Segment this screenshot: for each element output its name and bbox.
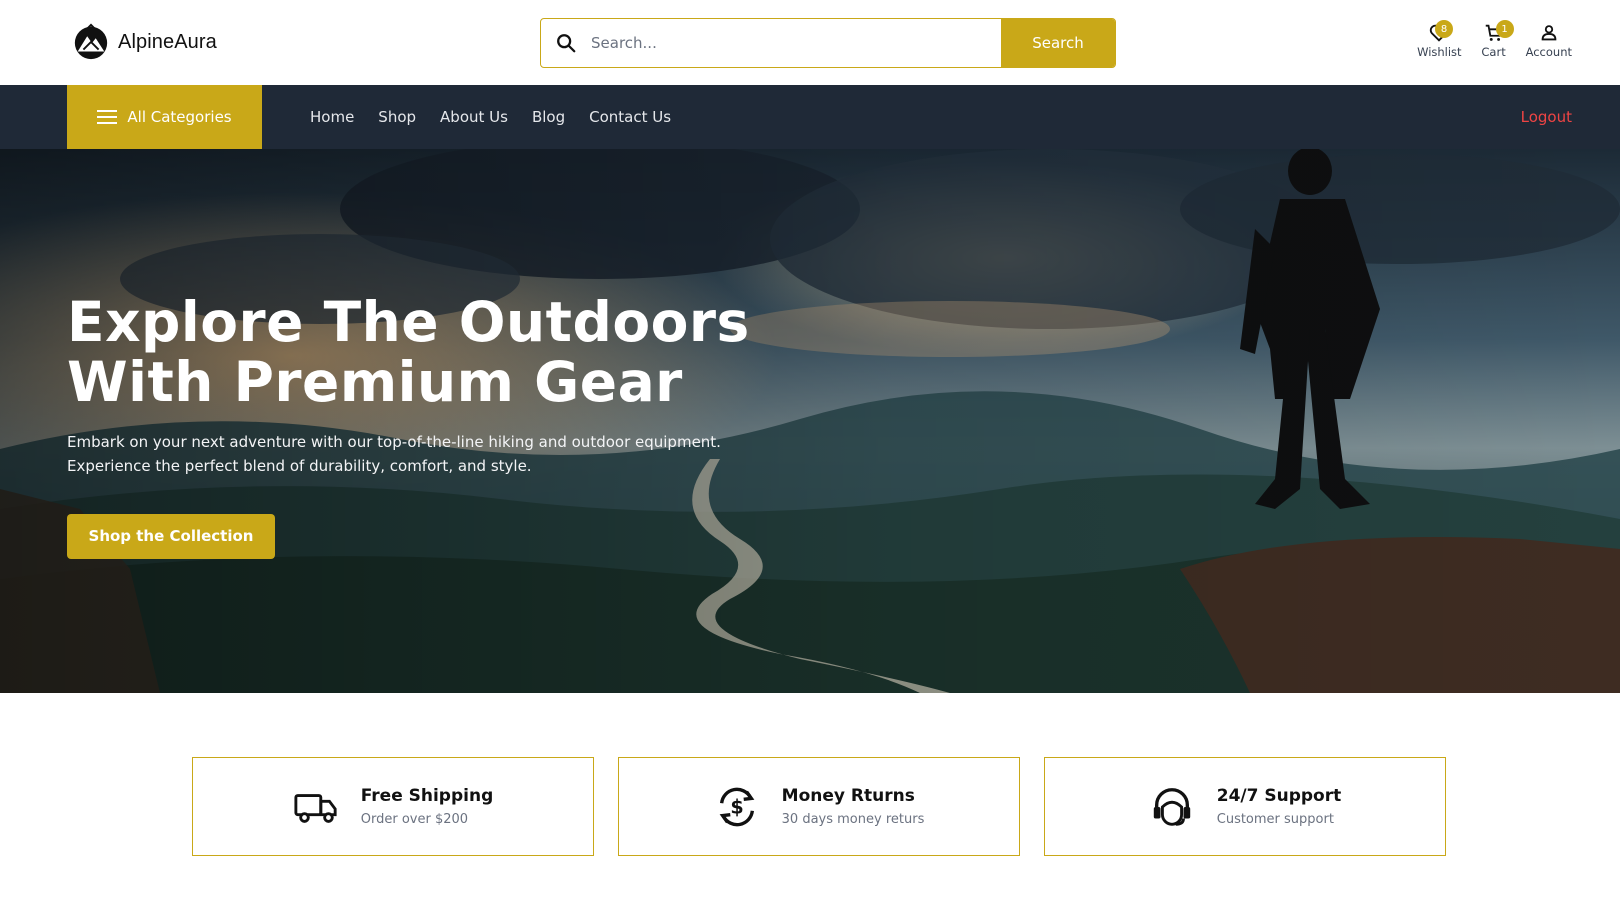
feature-title: Free Shipping: [360, 786, 494, 806]
cart-count-badge: 1: [1495, 20, 1514, 38]
mountain-logo-icon: [74, 23, 108, 60]
nav-link-home[interactable]: Home: [310, 108, 354, 126]
money-return-icon: $: [719, 787, 755, 826]
nav-link-contact[interactable]: Contact Us: [589, 108, 671, 126]
feature-title: 24/7 Support: [1216, 786, 1342, 806]
wishlist-link[interactable]: 8 Wishlist: [1417, 20, 1462, 59]
menu-icon: [97, 110, 118, 124]
all-categories-label: All Categories: [127, 108, 232, 126]
feature-card-support: 24/7 Support Customer support: [1044, 757, 1446, 856]
features-row: Free Shipping Order over $200 $ Money Rt…: [192, 757, 1446, 856]
search-button[interactable]: Search: [1001, 19, 1115, 67]
nav-link-blog[interactable]: Blog: [532, 108, 565, 126]
brand-name: AlpineAura: [118, 30, 217, 53]
main-nav: All Categories Home Shop About Us Blog C…: [0, 85, 1620, 149]
user-icon: [1541, 25, 1557, 41]
hero-subtitle-line-2: Experience the perfect blend of durabili…: [67, 457, 532, 475]
hero-banner: Explore The Outdoors With Premium Gear E…: [0, 149, 1620, 693]
account-link[interactable]: Account: [1526, 22, 1572, 59]
svg-text:$: $: [730, 795, 743, 818]
logout-link[interactable]: Logout: [1521, 85, 1572, 149]
feature-title: Money Rturns: [781, 786, 915, 806]
hero-content: Explore The Outdoors With Premium Gear E…: [67, 292, 767, 559]
hero-subtitle-line-1: Embark on your next adventure with our t…: [67, 433, 721, 451]
feature-card-shipping: Free Shipping Order over $200: [192, 757, 594, 856]
shop-collection-button[interactable]: Shop the Collection: [67, 514, 275, 559]
cart-label: Cart: [1481, 45, 1506, 59]
all-categories-button[interactable]: All Categories: [67, 85, 262, 149]
wishlist-count-badge: 8: [1435, 20, 1454, 38]
hero-title-line-2: With Premium Gear: [67, 350, 683, 414]
feature-text: Free Shipping Order over $200: [361, 786, 494, 827]
feature-desc: Order over $200: [360, 812, 469, 827]
header-icons: 8 Wishlist 1 Cart Account: [1417, 20, 1572, 59]
brand-logo[interactable]: AlpineAura: [72, 22, 217, 62]
search-bar: Search: [540, 18, 1116, 68]
nav-links: Home Shop About Us Blog Contact Us: [310, 85, 671, 149]
nav-link-about[interactable]: About Us: [440, 108, 508, 126]
feature-card-returns: $ Money Rturns 30 days money returs: [618, 757, 1020, 856]
account-label: Account: [1525, 45, 1572, 59]
hero-subtitle: Embark on your next adventure with our t…: [67, 430, 767, 478]
truck-icon: [294, 793, 337, 823]
support-icon: [1153, 787, 1190, 826]
feature-desc: Customer support: [1216, 812, 1334, 827]
wishlist-label: Wishlist: [1417, 45, 1462, 59]
hero-title-line-1: Explore The Outdoors: [67, 290, 750, 354]
search-icon: [541, 19, 591, 67]
header: AlpineAura Search 8 Wishlist 1 Cart Acco…: [0, 0, 1620, 85]
hero-title: Explore The Outdoors With Premium Gear: [67, 292, 767, 412]
feature-text: 24/7 Support Customer support: [1217, 786, 1342, 827]
cart-link[interactable]: 1 Cart: [1478, 20, 1514, 59]
feature-desc: 30 days money returs: [781, 812, 925, 827]
feature-text: Money Rturns 30 days money returs: [782, 786, 925, 827]
nav-link-shop[interactable]: Shop: [378, 108, 416, 126]
search-input[interactable]: [591, 19, 1001, 67]
